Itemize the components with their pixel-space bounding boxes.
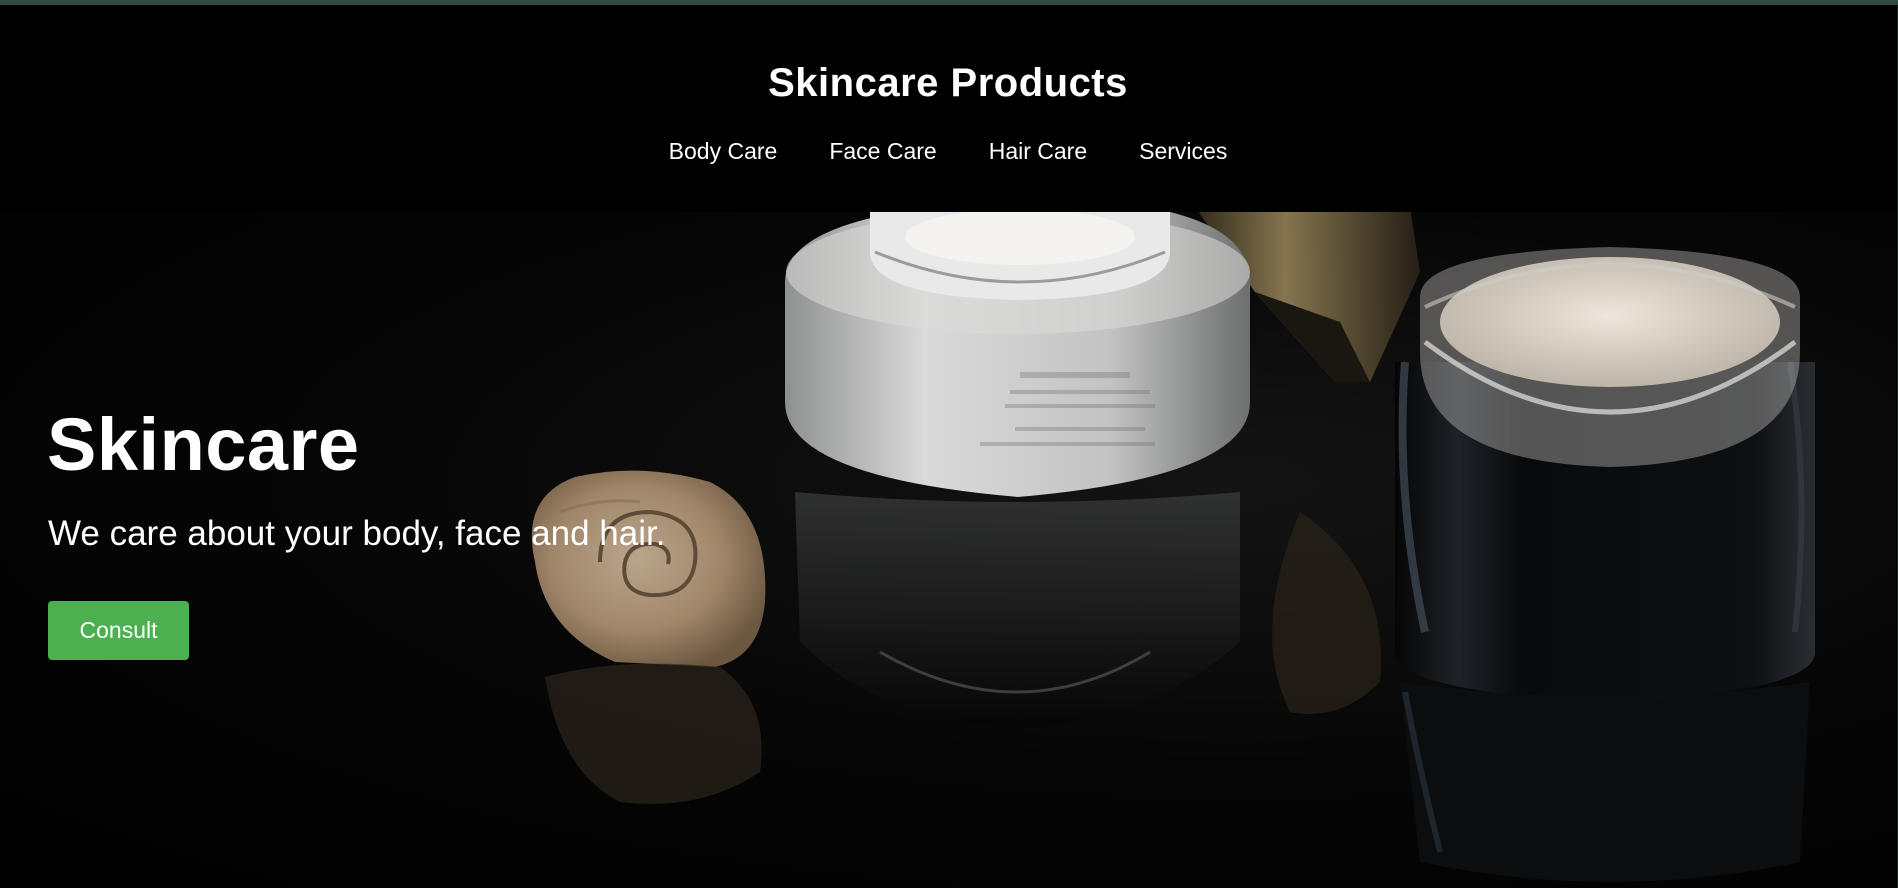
- site-header: Skincare Products Body Care Face Care Ha…: [0, 5, 1896, 212]
- consult-button[interactable]: Consult: [48, 601, 189, 660]
- hero-section: Skincare We care about your body, face a…: [0, 212, 1896, 888]
- nav-link-hair-care[interactable]: Hair Care: [989, 138, 1087, 165]
- hero-subtitle: We care about your body, face and hair.: [48, 514, 666, 553]
- main-nav: Body Care Face Care Hair Care Services: [0, 138, 1896, 165]
- nav-link-face-care[interactable]: Face Care: [829, 138, 936, 165]
- nav-link-body-care[interactable]: Body Care: [669, 138, 778, 165]
- hero-title: Skincare: [47, 403, 360, 486]
- site-title: Skincare Products: [768, 61, 1128, 105]
- nav-link-services[interactable]: Services: [1139, 138, 1227, 165]
